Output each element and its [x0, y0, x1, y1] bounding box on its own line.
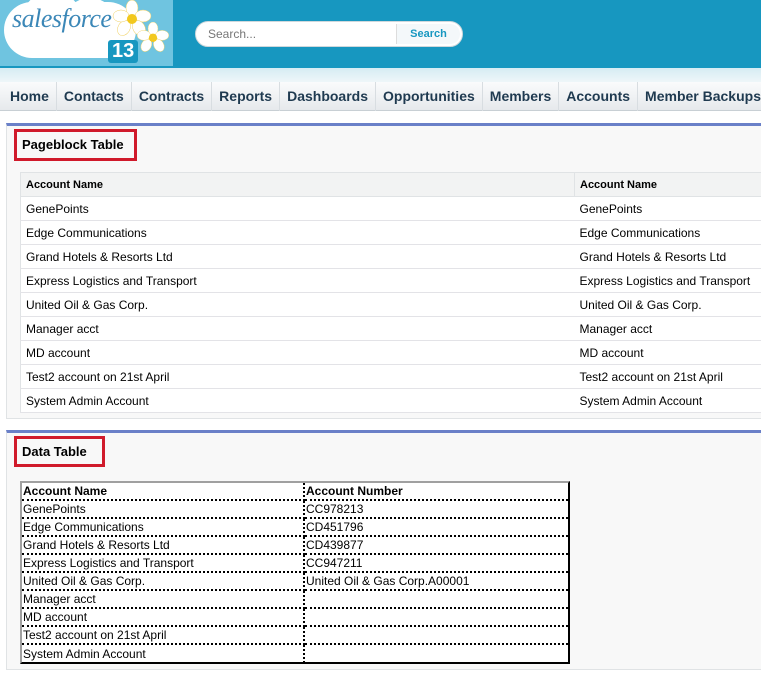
logo-text: salesforce: [12, 4, 112, 33]
table-cell: Grand Hotels & Resorts Ltd: [20, 244, 575, 269]
table-row: Express Logistics and Transport Express L…: [20, 268, 761, 293]
flower-icon: [136, 22, 170, 52]
table-row: Edge Communications CD451796: [22, 519, 568, 537]
table-cell: Manager acct: [22, 591, 305, 609]
table-row: Manager acct: [22, 591, 568, 609]
table-cell: Edge Communications: [20, 220, 575, 245]
header-stripe: [0, 68, 761, 82]
table-cell: System Admin Account: [22, 645, 305, 663]
tab-reports[interactable]: Reports: [212, 81, 281, 111]
table-cell: [305, 645, 568, 663]
table-cell: Test2 account on 21st April: [20, 364, 575, 389]
datatable-section: Data Table Account Name Account Number G…: [6, 430, 761, 670]
pageblock-title: Pageblock Table: [14, 129, 137, 161]
table-cell: Express Logistics and Transport: [20, 268, 575, 293]
table-cell: United Oil & Gas Corp.: [22, 573, 305, 591]
table-cell: Grand Hotels & Resorts Ltd: [22, 537, 305, 555]
datatable-title: Data Table: [14, 436, 105, 467]
table-cell: [305, 627, 568, 645]
table-cell: CD439877: [305, 537, 568, 555]
tab-opportunities[interactable]: Opportunities: [376, 81, 483, 111]
table-cell: Express Logistics and Transport: [22, 555, 305, 573]
table-cell: GenePoints: [574, 196, 761, 221]
logo-version: 13: [108, 40, 139, 63]
table-cell: Test2 account on 21st April: [22, 627, 305, 645]
search-box: Search: [195, 21, 463, 47]
table-cell: MD account: [22, 609, 305, 627]
table-cell: GenePoints: [20, 196, 575, 221]
data-table-frame: Account Name Account Number GenePoints CC…: [20, 481, 570, 664]
column-header-account-name: Account Name: [22, 483, 305, 501]
table-cell: CD451796: [305, 519, 568, 537]
table-cell: CC978213: [305, 501, 568, 519]
tab-members[interactable]: Members: [483, 81, 560, 111]
table-row: Test2 account on 21st April: [22, 627, 568, 645]
column-header-account-name: Account Name: [574, 172, 761, 197]
table-cell: [305, 609, 568, 627]
app-header: salesforce 13 Search: [0, 0, 761, 68]
table-cell: United Oil & Gas Corp.: [574, 292, 761, 317]
column-header-account-name: Account Name: [20, 172, 575, 197]
table-cell: Grand Hotels & Resorts Ltd: [574, 244, 761, 269]
data-table: Account Name Account Number GenePoints CC…: [22, 483, 568, 663]
table-cell: Edge Communications: [574, 220, 761, 245]
tab-dashboards[interactable]: Dashboards: [280, 81, 376, 111]
salesforce-logo[interactable]: salesforce 13: [0, 0, 173, 66]
search-button[interactable]: Search: [396, 24, 460, 44]
column-header-account-number: Account Number: [305, 483, 568, 501]
table-row: MD account MD account: [20, 340, 761, 365]
table-row: Grand Hotels & Resorts Ltd CD439877: [22, 537, 568, 555]
table-row: Grand Hotels & Resorts Ltd Grand Hotels &…: [20, 244, 761, 269]
table-row: GenePoints CC978213: [22, 501, 568, 519]
table-cell: MD account: [574, 340, 761, 365]
table-row: Express Logistics and Transport CC947211: [22, 555, 568, 573]
table-cell: United Oil & Gas Corp.A00001: [305, 573, 568, 591]
table-row: GenePoints GenePoints: [20, 196, 761, 221]
table-cell: [305, 591, 568, 609]
tab-accounts[interactable]: Accounts: [559, 81, 639, 111]
table-cell: System Admin Account: [574, 388, 761, 413]
table-row: United Oil & Gas Corp. United Oil & Gas C…: [20, 292, 761, 317]
table-row: Test2 account on 21st April Test2 account…: [20, 364, 761, 389]
table-row: MD account: [22, 609, 568, 627]
table-cell: Edge Communications: [22, 519, 305, 537]
table-row: United Oil & Gas Corp. United Oil & Gas C…: [22, 573, 568, 591]
pageblock-section: Pageblock Table Account Name Account Nam…: [6, 123, 761, 419]
table-cell: Manager acct: [20, 316, 575, 341]
tab-home[interactable]: Home: [0, 81, 57, 111]
tab-contracts[interactable]: Contracts: [132, 81, 213, 111]
search-input[interactable]: [206, 25, 394, 43]
table-cell: United Oil & Gas Corp.: [20, 292, 575, 317]
table-cell: Test2 account on 21st April: [574, 364, 761, 389]
tab-contacts[interactable]: Contacts: [57, 81, 132, 111]
table-header-row: Account Name Account Name: [20, 172, 761, 197]
table-cell: Express Logistics and Transport: [574, 268, 761, 293]
table-header-row: Account Name Account Number: [22, 483, 568, 501]
pageblock-table: Account Name Account Name GenePoints Gene…: [20, 172, 761, 413]
table-row: System Admin Account System Admin Account: [20, 388, 761, 413]
tab-bar: Home Contacts Contracts Reports Dashboar…: [0, 81, 761, 111]
tab-member-backups[interactable]: Member Backups: [638, 82, 761, 111]
table-cell: Manager acct: [574, 316, 761, 341]
table-cell: GenePoints: [22, 501, 305, 519]
table-cell: System Admin Account: [20, 388, 575, 413]
table-cell: CC947211: [305, 555, 568, 573]
table-row: Manager acct Manager acct: [20, 316, 761, 341]
table-cell: MD account: [20, 340, 575, 365]
table-row: System Admin Account: [22, 645, 568, 663]
table-row: Edge Communications Edge Communications: [20, 220, 761, 245]
